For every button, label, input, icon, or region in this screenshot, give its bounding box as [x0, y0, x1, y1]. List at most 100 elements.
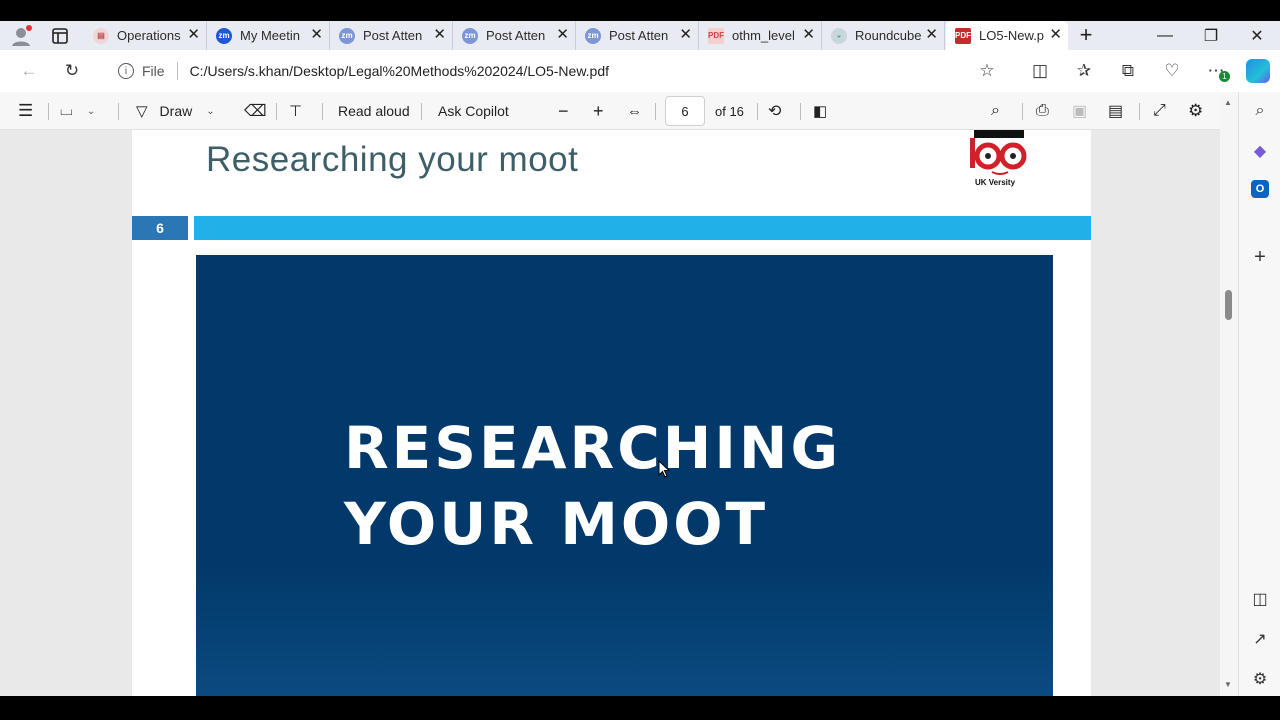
outlook-icon[interactable]: O: [1251, 180, 1269, 198]
zoom-in-icon[interactable]: +: [593, 92, 604, 130]
contents-icon[interactable]: ☰: [18, 92, 33, 130]
rotate-icon[interactable]: ⟲: [768, 92, 781, 130]
divider: [276, 103, 277, 120]
highlighter-icon: ⌴: [60, 102, 73, 119]
sidebar-settings-icon[interactable]: ⚙: [1249, 668, 1271, 690]
back-icon[interactable]: ←: [18, 60, 40, 82]
save-as-icon[interactable]: ▤: [1108, 92, 1123, 130]
add-sidebar-app-icon[interactable]: +: [1249, 246, 1271, 268]
slide-title: RESEARCHING YOUR MOOT: [344, 410, 841, 562]
page-number-input[interactable]: 6: [665, 96, 705, 126]
browser-window: ▤ Operations ✕ zm My Meetin ✕ zm Post At…: [0, 0, 1280, 720]
tab-othm-level[interactable]: PDF othm_level ✕: [699, 21, 822, 50]
url-text[interactable]: C:/Users/s.khan/Desktop/Legal%20Methods%…: [190, 63, 609, 79]
read-aloud-button[interactable]: Read aloud: [338, 92, 410, 130]
tab-title: Post Atten: [609, 28, 669, 43]
close-tab-icon[interactable]: ✕: [1049, 27, 1062, 43]
scroll-down-icon[interactable]: ▼: [1224, 680, 1232, 689]
close-window-icon[interactable]: ✕: [1234, 21, 1280, 50]
ask-copilot-button[interactable]: Ask Copilot: [438, 92, 509, 130]
draw-label: Draw: [159, 103, 193, 119]
info-icon[interactable]: i: [118, 63, 134, 79]
favorites-icon[interactable]: ✰: [1073, 60, 1095, 82]
roundcube-icon: ◒: [831, 27, 847, 44]
close-tab-icon[interactable]: ✕: [802, 27, 815, 43]
tab-operations[interactable]: ▤ Operations ✕: [84, 21, 207, 50]
divider: [421, 103, 422, 120]
scheme-label: File: [142, 63, 165, 79]
tab-title: Post Atten: [363, 28, 423, 43]
browser-essentials-icon[interactable]: ♡: [1161, 60, 1183, 82]
divider: [322, 103, 323, 120]
tab-post-attendance-1[interactable]: zm Post Atten ✕: [330, 21, 453, 50]
zoom-out-icon[interactable]: −: [558, 92, 569, 130]
logo-text: UK Versity: [975, 178, 1016, 187]
open-external-icon[interactable]: ↗: [1249, 628, 1271, 650]
refresh-icon[interactable]: ↻: [61, 60, 83, 82]
divider: [118, 103, 119, 120]
restore-icon[interactable]: ❐: [1188, 21, 1234, 50]
tab-roundcube[interactable]: ◒ Roundcube ✕: [822, 21, 945, 50]
tab-title: Operations: [117, 28, 181, 43]
tab-title: LO5-New.p: [979, 28, 1045, 43]
pdf-toolbar: ☰ ⌴ ⌄ ▽ Draw ⌄ ⌫ ⊤ Read aloud Ask Copilo…: [0, 92, 1238, 130]
highlight-button[interactable]: ⌴ ⌄: [60, 92, 95, 130]
copilot-apps-icon[interactable]: ◆: [1249, 140, 1271, 162]
split-screen-icon[interactable]: ◫: [1029, 60, 1051, 82]
draw-button[interactable]: ▽ Draw ⌄: [136, 92, 215, 130]
tab-title: Roundcube: [855, 28, 921, 43]
zm-icon: zm: [339, 27, 355, 44]
close-tab-icon[interactable]: ✕: [310, 27, 323, 43]
tab-lo5-new-active[interactable]: PDF LO5-New.p ✕: [946, 21, 1068, 50]
new-tab-icon[interactable]: +: [1074, 24, 1098, 48]
search-icon[interactable]: ⌕: [1249, 100, 1271, 122]
tab-title: My Meetin: [240, 28, 300, 43]
favorite-star-icon[interactable]: ☆: [976, 60, 998, 82]
pdf-icon: PDF: [955, 27, 971, 44]
tab-my-meeting[interactable]: zm My Meetin ✕: [207, 21, 330, 50]
eraser-icon[interactable]: ⌫: [244, 92, 267, 130]
hide-sidebar-icon[interactable]: ◫: [1249, 588, 1271, 610]
profile-avatar[interactable]: [10, 25, 34, 47]
text-box-icon[interactable]: ⊤: [289, 92, 302, 130]
save-icon[interactable]: ▣: [1072, 92, 1087, 130]
scrollbar-thumb[interactable]: [1225, 290, 1232, 320]
zm-icon: zm: [585, 27, 601, 44]
tab-post-attendance-3[interactable]: zm Post Atten ✕: [576, 21, 699, 50]
bottom-letterbox: [0, 696, 1280, 720]
close-tab-icon[interactable]: ✕: [925, 27, 938, 43]
edge-sidebar: ⌕ ◆ O + ◫ ↗ ⚙: [1238, 92, 1280, 696]
tab-actions-icon[interactable]: [50, 26, 70, 46]
fit-width-icon[interactable]: ⇔: [627, 92, 642, 130]
vertical-scrollbar[interactable]: ▲ ▼: [1220, 96, 1238, 696]
close-tab-icon[interactable]: ✕: [433, 27, 446, 43]
chevron-down-icon: ⌄: [86, 105, 96, 117]
close-tab-icon[interactable]: ✕: [556, 27, 569, 43]
minimize-icon[interactable]: —: [1142, 21, 1188, 50]
search-icon[interactable]: ⌕: [991, 92, 1000, 130]
header-band: [194, 216, 1091, 240]
tab-post-attendance-2[interactable]: zm Post Atten ✕: [453, 21, 576, 50]
document-icon: ▤: [93, 27, 109, 44]
collections-icon[interactable]: ⧉: [1117, 60, 1139, 82]
print-icon[interactable]: ⎙: [1036, 92, 1049, 130]
copilot-icon[interactable]: [1246, 59, 1270, 83]
divider: [176, 62, 178, 80]
close-tab-icon[interactable]: ✕: [187, 27, 200, 43]
zm-icon: zm: [216, 27, 232, 44]
omnibox[interactable]: i File C:/Users/s.khan/Desktop/Legal%20M…: [102, 56, 1018, 86]
scroll-up-icon[interactable]: ▲: [1224, 98, 1232, 107]
divider: [800, 103, 801, 120]
close-tab-icon[interactable]: ✕: [679, 27, 692, 43]
divider: [1022, 103, 1023, 120]
pdf-viewer[interactable]: Researching your moot UK Versity 6 RESEA…: [0, 130, 1238, 696]
tab-title: Post Atten: [486, 28, 546, 43]
pdf-settings-gear-icon[interactable]: ⚙: [1188, 92, 1203, 130]
draw-icon: ▽: [136, 103, 148, 120]
fullscreen-icon[interactable]: ⤢: [1153, 92, 1166, 130]
divider: [655, 103, 656, 120]
divider: [1139, 103, 1140, 120]
slide-title-line-1: RESEARCHING: [344, 414, 842, 482]
notification-badge: 1: [1219, 71, 1230, 82]
page-view-icon[interactable]: ◧: [813, 92, 827, 130]
